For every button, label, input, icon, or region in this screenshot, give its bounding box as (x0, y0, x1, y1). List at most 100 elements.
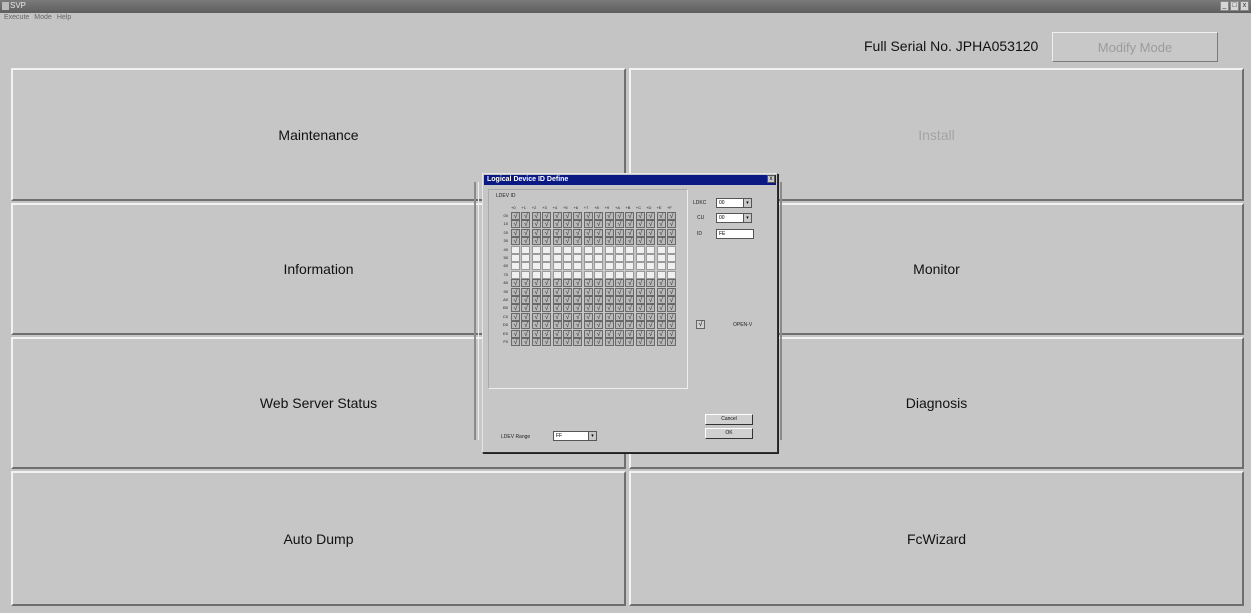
ldev-id-checkbox[interactable] (594, 262, 604, 271)
ldev-id-checkbox[interactable]: √ (646, 237, 656, 246)
ldev-id-checkbox[interactable] (646, 254, 656, 262)
ldev-id-checkbox[interactable] (531, 245, 541, 254)
ldev-id-checkbox[interactable] (604, 262, 614, 271)
ldev-id-checkbox[interactable]: √ (583, 228, 593, 237)
ldev-id-checkbox[interactable] (563, 270, 572, 279)
ldev-id-checkbox[interactable]: √ (594, 279, 604, 288)
ldev-id-checkbox[interactable]: √ (646, 220, 656, 229)
ldev-id-checkbox[interactable] (531, 254, 541, 262)
ldev-id-checkbox[interactable] (542, 270, 552, 279)
ldev-id-checkbox[interactable]: √ (635, 212, 645, 220)
ldev-id-checkbox[interactable]: √ (656, 287, 666, 296)
ldev-id-checkbox[interactable] (542, 245, 552, 254)
ldev-id-checkbox[interactable]: √ (604, 296, 614, 304)
ldev-id-checkbox[interactable]: √ (573, 296, 583, 304)
ldev-id-checkbox[interactable]: √ (604, 212, 614, 220)
ldev-id-checkbox[interactable]: √ (656, 279, 666, 288)
ldev-id-checkbox[interactable]: √ (531, 329, 541, 338)
ldev-id-checkbox[interactable]: √ (646, 228, 656, 237)
ldev-id-checkbox[interactable] (573, 245, 583, 254)
ldev-id-checkbox[interactable]: √ (656, 220, 666, 229)
ldev-id-checkbox[interactable]: √ (542, 279, 552, 288)
ldev-id-checkbox[interactable]: √ (552, 237, 562, 246)
ldev-id-checkbox[interactable]: √ (563, 329, 572, 338)
ldev-id-checkbox[interactable]: √ (542, 220, 552, 229)
ldev-id-checkbox[interactable] (511, 270, 520, 279)
ldev-id-checkbox[interactable]: √ (563, 212, 572, 220)
ldev-id-checkbox[interactable]: √ (646, 329, 656, 338)
ldev-id-checkbox[interactable]: √ (615, 338, 624, 346)
ldev-id-checkbox[interactable]: √ (521, 312, 531, 321)
ldev-id-checkbox[interactable]: √ (615, 220, 624, 229)
ldev-id-checkbox[interactable]: √ (646, 296, 656, 304)
ldev-id-checkbox[interactable]: √ (625, 212, 635, 220)
ldev-id-checkbox[interactable] (625, 254, 635, 262)
ldev-id-checkbox[interactable]: √ (521, 321, 531, 330)
close-window-button[interactable]: x (1240, 1, 1249, 11)
ldev-id-checkbox[interactable]: √ (667, 212, 676, 220)
ldev-id-checkbox[interactable]: √ (531, 321, 541, 330)
ldev-id-checkbox[interactable]: √ (604, 321, 614, 330)
ldev-id-checkbox[interactable]: √ (521, 304, 531, 313)
ldev-id-checkbox[interactable]: √ (615, 304, 624, 313)
ldev-id-checkbox[interactable]: √ (552, 220, 562, 229)
ldev-id-checkbox[interactable]: √ (552, 287, 562, 296)
ldev-id-checkbox[interactable]: √ (594, 304, 604, 313)
ldev-id-checkbox[interactable]: √ (552, 296, 562, 304)
ldev-id-checkbox[interactable]: √ (563, 279, 572, 288)
ldev-id-checkbox[interactable]: √ (521, 329, 531, 338)
maximize-button[interactable]: □ (1230, 1, 1239, 11)
ldev-id-checkbox[interactable] (646, 245, 656, 254)
ldev-id-checkbox[interactable]: √ (615, 329, 624, 338)
menu-mode[interactable]: Mode (34, 14, 52, 26)
ldev-id-checkbox[interactable]: √ (511, 279, 520, 288)
ldev-id-checkbox[interactable]: √ (646, 279, 656, 288)
ldev-id-checkbox[interactable]: √ (656, 228, 666, 237)
ldev-id-checkbox[interactable] (511, 262, 520, 271)
cancel-button[interactable]: Cancel (705, 414, 753, 425)
ldev-id-checkbox[interactable]: √ (646, 338, 656, 346)
ldev-id-checkbox[interactable]: √ (542, 212, 552, 220)
ldev-id-checkbox[interactable]: √ (604, 287, 614, 296)
minimize-button[interactable]: _ (1220, 1, 1229, 11)
ldev-id-checkbox[interactable]: √ (583, 279, 593, 288)
ldev-id-checkbox[interactable] (625, 245, 635, 254)
ldev-id-checkbox[interactable]: √ (625, 304, 635, 313)
ldev-id-checkbox[interactable]: √ (635, 287, 645, 296)
ldev-id-checkbox[interactable]: √ (563, 220, 572, 229)
ldev-id-checkbox[interactable]: √ (511, 329, 520, 338)
ldev-id-checkbox[interactable]: √ (573, 212, 583, 220)
ldev-id-checkbox[interactable]: √ (583, 220, 593, 229)
ldev-id-checkbox[interactable]: √ (635, 321, 645, 330)
menu-execute[interactable]: Execute (4, 14, 29, 26)
ldev-id-checkbox[interactable]: √ (667, 296, 676, 304)
ldev-id-checkbox[interactable]: √ (511, 220, 520, 229)
ldev-id-checkbox[interactable] (667, 262, 676, 271)
ldev-id-checkbox[interactable]: √ (563, 338, 572, 346)
ldev-id-checkbox[interactable]: √ (667, 279, 676, 288)
ldev-id-checkbox[interactable]: √ (521, 287, 531, 296)
ldev-id-checkbox[interactable]: √ (635, 312, 645, 321)
ldev-id-checkbox[interactable]: √ (542, 338, 552, 346)
ldev-id-checkbox[interactable]: √ (573, 312, 583, 321)
ldev-id-checkbox[interactable]: √ (542, 321, 552, 330)
ldev-id-checkbox[interactable]: √ (604, 312, 614, 321)
ldev-id-checkbox[interactable]: √ (573, 220, 583, 229)
ldev-id-checkbox[interactable] (531, 270, 541, 279)
ldev-id-checkbox[interactable]: √ (594, 228, 604, 237)
ldev-id-checkbox[interactable]: √ (667, 321, 676, 330)
ldev-id-checkbox[interactable] (594, 254, 604, 262)
ldev-id-checkbox[interactable]: √ (615, 296, 624, 304)
ldev-id-checkbox[interactable]: √ (511, 312, 520, 321)
ldev-id-checkbox[interactable] (563, 254, 572, 262)
ldev-id-checkbox[interactable]: √ (625, 279, 635, 288)
ldev-id-checkbox[interactable]: √ (635, 338, 645, 346)
ldev-id-checkbox[interactable]: √ (542, 312, 552, 321)
ldev-id-checkbox[interactable] (552, 245, 562, 254)
ldev-id-checkbox[interactable] (563, 245, 572, 254)
id-field[interactable]: FE (716, 229, 754, 239)
ldev-id-checkbox[interactable]: √ (511, 321, 520, 330)
ldev-id-checkbox[interactable] (615, 270, 624, 279)
ldev-id-checkbox[interactable]: √ (583, 338, 593, 346)
ldev-id-checkbox[interactable]: √ (604, 329, 614, 338)
